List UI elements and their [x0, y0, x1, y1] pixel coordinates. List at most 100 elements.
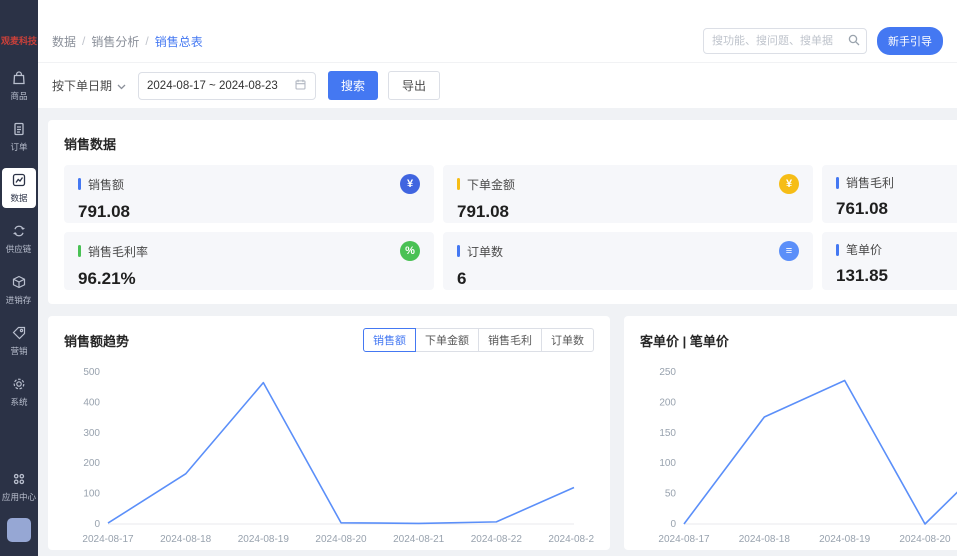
stat-tile-gross-margin: 销售毛利率 % 96.21%	[64, 232, 434, 290]
stat-value: 791.08	[78, 202, 130, 221]
date-range-value: 2024-08-17 ~ 2024-08-23	[147, 79, 278, 92]
filter-bar: 按下单日期 2024-08-17 ~ 2024-08-23 搜索 导出	[38, 62, 957, 108]
sidebar-item-orders[interactable]: 订单	[2, 117, 36, 157]
header-top-row: 数据 / 销售分析 / 销售总表 新手引导	[38, 0, 957, 62]
stat-value: 96.21%	[78, 269, 136, 288]
accent-bar	[457, 245, 460, 257]
avg-price-title: 客单价 | 笔单价	[640, 333, 729, 349]
stat-label: 销售毛利率	[88, 244, 149, 259]
sales-data-card: 销售数据 销售额 ¥ 791.08 下单金额 ¥ 791.08 销售毛利 761…	[48, 120, 957, 304]
calendar-icon	[294, 78, 307, 94]
breadcrumb-item[interactable]: 数据	[52, 33, 76, 50]
header: 数据 / 销售分析 / 销售总表 新手引导 按下单日期	[38, 0, 957, 108]
breadcrumb-separator: /	[145, 34, 149, 48]
sidebar-item-system[interactable]: 系统	[2, 372, 36, 412]
orders-icon	[11, 121, 27, 137]
svg-text:2024-08-18: 2024-08-18	[739, 534, 791, 545]
supply-chain-icon	[11, 223, 27, 239]
stat-value: 791.08	[457, 202, 509, 221]
search-input[interactable]	[703, 28, 867, 54]
svg-text:2024-08-20: 2024-08-20	[315, 534, 367, 545]
stat-tile-order-count: 订单数 ≡ 6	[443, 232, 813, 290]
svg-text:400: 400	[83, 397, 100, 408]
yuan-icon: ¥	[400, 174, 420, 194]
svg-text:50: 50	[665, 489, 677, 500]
sidebar-item-label: 应用中心	[1, 492, 37, 502]
sidebar-item-label: 供应链	[6, 244, 32, 255]
charts-row: 销售额趋势 销售额 下单金额 销售毛利 订单数 0 100 200 300 400 500…	[48, 316, 957, 550]
sales-trend-chart: 0 100 200 300 400 500 2024-08-17 2024-08-18 2024…	[82, 367, 594, 545]
svg-text:500: 500	[83, 367, 100, 378]
svg-text:2024-08-20: 2024-08-20	[899, 534, 951, 545]
chevron-down-icon	[117, 79, 126, 93]
date-field-label: 按下单日期	[52, 79, 113, 93]
tab-order-amount[interactable]: 下单金额	[415, 328, 479, 352]
sidebar: 观麦科技 商品 订单 数据 供应链 进销存 营销 系统 应用中心	[0, 0, 38, 556]
stat-tiles: 销售额 ¥ 791.08 下单金额 ¥ 791.08 销售毛利 761.08 销…	[64, 165, 957, 290]
app-grid-icon	[11, 471, 27, 487]
avg-price-chart: 0 50 100 150 200 250 2024-08-17 2024-08-18 2024-…	[658, 367, 957, 545]
accent-bar	[78, 178, 81, 190]
accent-bar	[836, 176, 839, 189]
tab-sales-amount[interactable]: 销售额	[363, 328, 416, 352]
stat-value: 131.85	[836, 266, 888, 285]
sidebar-item-supply-chain[interactable]: 供应链	[2, 219, 36, 259]
global-search	[703, 28, 867, 54]
order-doc-icon: ≡	[779, 241, 799, 261]
sidebar-item-app-center[interactable]: 应用中心	[2, 467, 36, 507]
metric-tabs: 销售额 下单金额 销售毛利 订单数	[363, 328, 594, 352]
newbie-guide-button[interactable]: 新手引导	[877, 27, 943, 55]
sales-trend-card: 销售额趋势 销售额 下单金额 销售毛利 订单数 0 100 200 300 400 500…	[48, 316, 610, 550]
stat-value: 6	[457, 269, 467, 288]
tab-order-count[interactable]: 订单数	[541, 328, 594, 352]
stat-label: 下单金额	[467, 177, 516, 192]
sales-trend-title: 销售额趋势	[64, 333, 130, 349]
breadcrumb: 数据 / 销售分析 / 销售总表	[52, 33, 203, 50]
app-logo: 观麦科技	[1, 36, 38, 46]
inventory-cube-icon	[11, 274, 27, 290]
svg-text:100: 100	[659, 458, 676, 469]
page-content: 销售数据 销售额 ¥ 791.08 下单金额 ¥ 791.08 销售毛利 761…	[38, 108, 957, 556]
accent-bar	[836, 243, 839, 256]
stat-label: 销售额	[88, 177, 125, 192]
svg-text:0: 0	[94, 519, 100, 530]
svg-text:2024-08-17: 2024-08-17	[658, 534, 710, 545]
date-range-input[interactable]: 2024-08-17 ~ 2024-08-23	[138, 71, 317, 100]
accent-bar	[78, 245, 81, 257]
avg-price-card: 客单价 | 笔单价 0 50 100 150 200 250 2024-08-17 2024-…	[624, 316, 957, 550]
svg-text:2024-08-17: 2024-08-17	[82, 534, 134, 545]
svg-text:200: 200	[83, 458, 100, 469]
sidebar-item-inventory[interactable]: 进销存	[2, 270, 36, 310]
stat-tile-order-amount: 下单金额 ¥ 791.08	[443, 165, 813, 223]
sidebar-bottom-badge[interactable]	[7, 518, 31, 542]
svg-text:2024-08-23: 2024-08-23	[548, 534, 594, 545]
svg-text:2024-08-22: 2024-08-22	[471, 534, 523, 545]
sidebar-item-label: 营销	[10, 346, 28, 357]
svg-text:2024-08-18: 2024-08-18	[160, 534, 212, 545]
sidebar-item-marketing[interactable]: 营销	[2, 321, 36, 361]
accent-bar	[457, 178, 460, 190]
svg-text:2024-08-19: 2024-08-19	[819, 534, 871, 545]
gear-icon	[11, 376, 27, 392]
stat-tile-sales-amount: 销售额 ¥ 791.08	[64, 165, 434, 223]
export-button[interactable]: 导出	[388, 71, 441, 100]
yuan-icon: ¥	[779, 174, 799, 194]
sidebar-item-goods[interactable]: 商品	[2, 66, 36, 106]
sidebar-item-label: 数据	[10, 193, 28, 204]
svg-text:0: 0	[670, 519, 676, 530]
stat-tile-avg-order-value: 笔单价 131.85	[822, 232, 957, 290]
percent-icon: %	[400, 241, 420, 261]
goods-icon	[11, 70, 27, 86]
breadcrumb-item[interactable]: 销售分析	[91, 33, 139, 50]
tab-gross-profit[interactable]: 销售毛利	[478, 328, 542, 352]
data-chart-icon	[11, 172, 27, 188]
breadcrumb-current: 销售总表	[154, 34, 203, 49]
date-field-select[interactable]: 按下单日期	[52, 77, 126, 94]
sidebar-item-data[interactable]: 数据	[2, 168, 36, 209]
stat-label: 销售毛利	[846, 176, 895, 190]
breadcrumb-separator: /	[82, 34, 86, 48]
main-area: 数据 / 销售分析 / 销售总表 新手引导 按下单日期	[38, 0, 957, 556]
search-button[interactable]: 搜索	[328, 71, 379, 100]
svg-text:2024-08-21: 2024-08-21	[393, 534, 445, 545]
stat-value: 761.08	[836, 199, 888, 218]
